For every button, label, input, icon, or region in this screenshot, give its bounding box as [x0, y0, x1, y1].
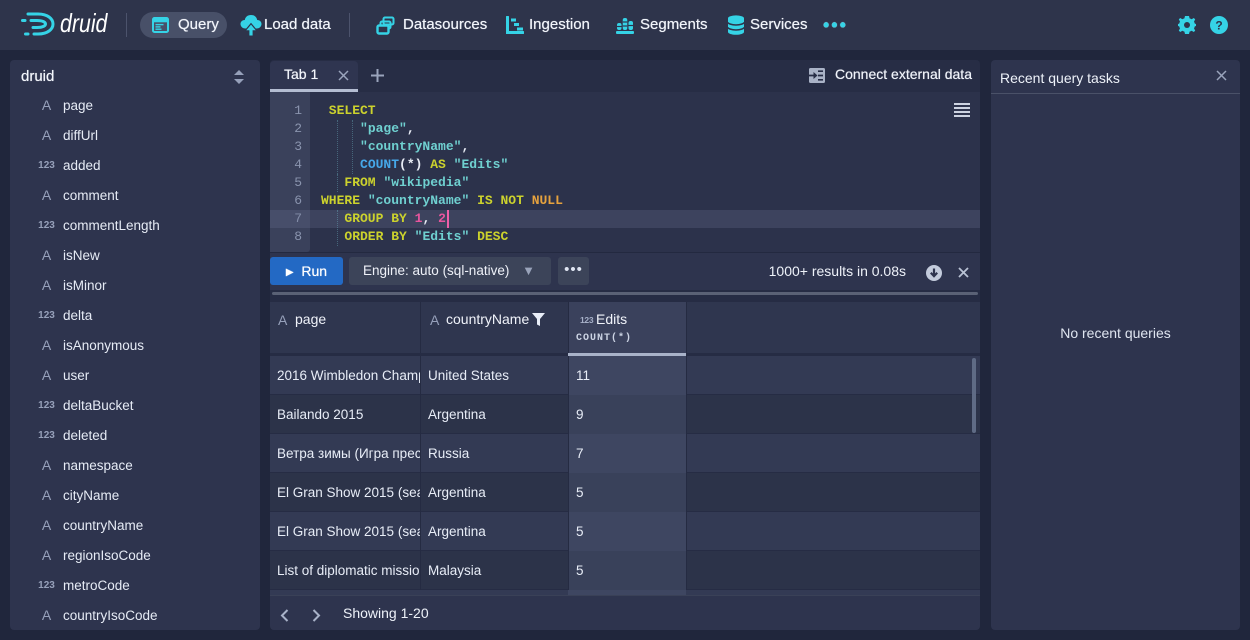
svg-text:?: ?: [1215, 19, 1222, 33]
